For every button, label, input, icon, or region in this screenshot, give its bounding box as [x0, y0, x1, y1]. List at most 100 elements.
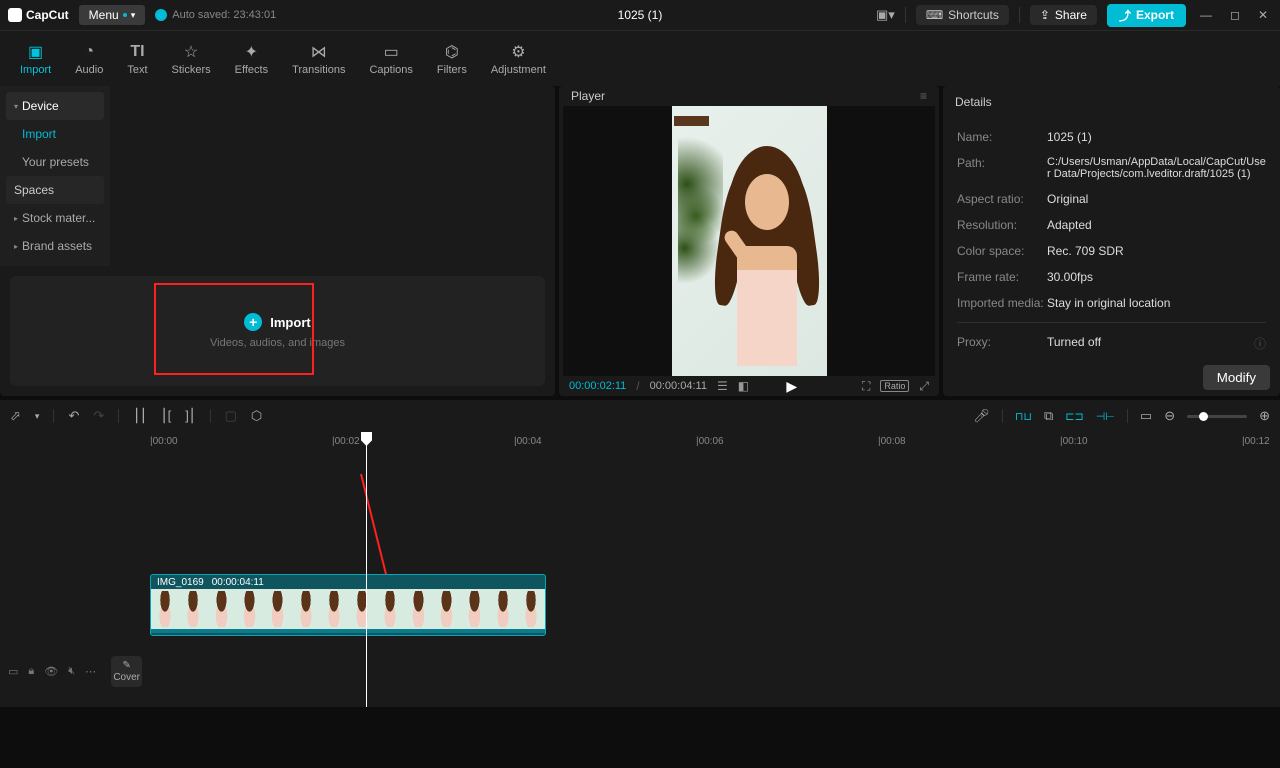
app-logo: CapCut	[8, 8, 69, 22]
sidebar-item-presets[interactable]: Your presets	[0, 148, 110, 176]
compare-icon[interactable]: ◧	[738, 379, 749, 393]
layout-icon[interactable]: ▣▾	[876, 7, 895, 23]
timeline-tracks[interactable]: IMG_0169 00:00:04:11	[150, 452, 1280, 702]
shield-tool[interactable]: ⬡	[251, 408, 262, 424]
video-clip[interactable]: IMG_0169 00:00:04:11	[150, 574, 546, 636]
ruler-tick: |00:08	[878, 436, 906, 447]
track-lock-icon[interactable]: 🔒︎	[28, 665, 34, 678]
timeline-ruler[interactable]: |00:00 |00:02 |00:04 |00:06 |00:08 |00:1…	[150, 432, 1280, 452]
scan-icon[interactable]: ⛶	[862, 379, 870, 394]
fullscreen-icon[interactable]: ⤢	[919, 379, 929, 394]
tab-audio[interactable]: ◔Audio	[63, 31, 115, 86]
details-panel: Details Name:1025 (1) Path:C:/Users/Usma…	[943, 86, 1280, 396]
split-right-tool[interactable]: ]⎮	[185, 408, 195, 424]
pencil-icon: ✎	[122, 660, 130, 671]
chevron-right-icon: ▸	[14, 242, 18, 251]
track-toggle-icon[interactable]: ▭	[8, 665, 18, 678]
redo-button[interactable]: ↷	[93, 408, 104, 424]
playhead[interactable]	[366, 432, 367, 707]
tab-text[interactable]: TIText	[115, 31, 159, 86]
ribbon-tabs: ▣Import ◔Audio TIText ☆Stickers ✦Effects…	[0, 30, 1280, 86]
window-minimize[interactable]: —	[1196, 8, 1216, 22]
timeline-track-header: ▭ 🔒︎ 👁︎ 🔇︎ ⋯ ✎ Cover	[0, 452, 150, 702]
tab-filters[interactable]: ⌬Filters	[425, 31, 479, 86]
undo-button[interactable]: ↶	[68, 408, 79, 424]
app-name: CapCut	[26, 8, 69, 22]
clip-duration: 00:00:04:11	[212, 577, 264, 588]
media-sidebar: ▾Device Import Your presets Spaces ▸Stoc…	[0, 86, 110, 266]
magnet-3-icon[interactable]: ⊣⊢	[1096, 410, 1115, 423]
filters-icon: ⌬	[445, 42, 459, 62]
tab-adjustment[interactable]: ⚙Adjustment	[479, 31, 558, 86]
window-maximize[interactable]: ◻	[1226, 8, 1244, 22]
clip-thumbnails	[151, 589, 545, 629]
keyboard-icon: ⌨	[926, 8, 943, 22]
zoom-slider[interactable]	[1187, 415, 1247, 418]
window-close[interactable]: ✕	[1254, 8, 1272, 22]
sidebar-item-spaces[interactable]: Spaces	[6, 176, 104, 204]
link-icon[interactable]: ⧉	[1044, 408, 1053, 424]
ruler-tick: |00:12	[1242, 436, 1270, 447]
autosave-status: Auto saved: 23:43:01	[155, 9, 276, 21]
tab-import[interactable]: ▣Import	[8, 31, 63, 86]
split-left-tool[interactable]: ⎮[	[161, 408, 171, 424]
modify-button[interactable]: Modify	[1203, 365, 1270, 390]
zoom-in-icon[interactable]: ⊕	[1259, 408, 1270, 424]
captions-icon: ▭	[384, 42, 399, 62]
list-icon[interactable]: ☰	[717, 379, 728, 393]
media-panel: ▾Device Import Your presets Spaces ▸Stoc…	[0, 86, 555, 396]
play-button[interactable]: ▶	[786, 378, 797, 395]
mic-icon[interactable]: 🎤︎	[973, 408, 990, 424]
detail-row-resolution: Resolution:Adapted	[957, 212, 1266, 238]
zoom-out-icon[interactable]: ⊖	[1164, 408, 1175, 424]
tab-stickers[interactable]: ☆Stickers	[160, 31, 223, 86]
sidebar-item-device[interactable]: ▾Device	[6, 92, 104, 120]
tab-captions[interactable]: ▭Captions	[357, 31, 424, 86]
detail-row-proxy: Proxy:Turned offⓘ	[957, 329, 1266, 358]
detail-row-name: Name:1025 (1)	[957, 124, 1266, 150]
timeline: |00:00 |00:02 |00:04 |00:06 |00:08 |00:1…	[0, 432, 1280, 707]
split-tool[interactable]: ⎮⎮	[133, 408, 147, 424]
track-visibility-icon[interactable]: 👁︎	[44, 665, 58, 678]
chevron-right-icon: ▸	[14, 214, 18, 223]
sidebar-item-brand[interactable]: ▸Brand assets	[0, 232, 110, 260]
ratio-button[interactable]: Ratio	[880, 380, 909, 392]
clip-name: IMG_0169	[157, 577, 204, 588]
timeline-toolbar: ⬀ ▾ ↶ ↷ ⎮⎮ ⎮[ ]⎮ ▢ ⬡ 🎤︎ ⊓⊔ ⧉ ⊏⊐ ⊣⊢ ▭ ⊖ ⊕	[0, 400, 1280, 432]
share-icon: ⇪	[1040, 8, 1050, 22]
magnet-2-icon[interactable]: ⊏⊐	[1065, 410, 1083, 423]
player-viewport[interactable]	[563, 106, 935, 376]
text-icon: TI	[130, 42, 144, 62]
player-controls: 00:00:02:11 / 00:00:04:11 ☰ ◧ ▶ ⛶ Ratio …	[559, 376, 939, 396]
preview-toggle-icon[interactable]: ▭	[1140, 408, 1152, 424]
stickers-icon: ☆	[184, 42, 198, 62]
cover-button[interactable]: ✎ Cover	[111, 656, 142, 687]
selection-tool[interactable]: ⬀	[10, 408, 21, 424]
export-button[interactable]: ⤴ Export	[1107, 4, 1186, 27]
import-label: Import	[270, 315, 310, 330]
ruler-tick: |00:02	[332, 436, 360, 447]
marker-tool[interactable]: ▢	[225, 408, 237, 424]
time-duration: 00:00:04:11	[650, 380, 707, 392]
shortcuts-button[interactable]: ⌨ Shortcuts	[916, 5, 1009, 25]
menu-button[interactable]: Menu	[79, 5, 146, 25]
track-mute-icon[interactable]: 🔇︎	[68, 665, 75, 678]
detail-row-path: Path:C:/Users/Usman/AppData/Local/CapCut…	[957, 150, 1266, 186]
plus-icon: +	[244, 313, 262, 331]
sidebar-item-stock[interactable]: ▸Stock mater...	[0, 204, 110, 232]
info-icon[interactable]: ⓘ	[1254, 335, 1266, 352]
effects-icon: ✦	[245, 42, 258, 62]
tab-effects[interactable]: ✦Effects	[223, 31, 280, 86]
clip-audio-waveform	[151, 629, 545, 633]
track-more-icon[interactable]: ⋯	[85, 665, 96, 678]
detail-row-imported: Imported media:Stay in original location	[957, 290, 1266, 316]
player-menu-icon[interactable]: ≡	[920, 89, 927, 103]
share-button[interactable]: ⇪ Share	[1030, 5, 1097, 25]
detail-row-framerate: Frame rate:30.00fps	[957, 264, 1266, 290]
import-dropzone[interactable]: + Import Videos, audios, and images	[10, 276, 545, 386]
sidebar-item-import[interactable]: Import	[0, 120, 110, 148]
tab-transitions[interactable]: ⋈Transitions	[280, 31, 357, 86]
project-title: 1025 (1)	[618, 8, 663, 22]
magnet-1-icon[interactable]: ⊓⊔	[1015, 410, 1032, 423]
selection-dropdown-icon[interactable]: ▾	[35, 411, 40, 422]
